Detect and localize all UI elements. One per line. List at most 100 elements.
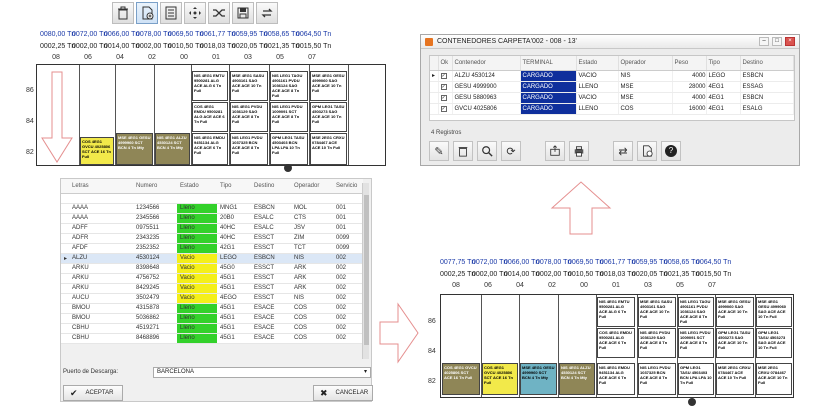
- table-row[interactable]: ✓ GESU 4999900 CARGADO LLENO MSE 28000 4EG1 ESS…: [430, 81, 794, 93]
- scrollbar-thumb[interactable]: [364, 195, 369, 345]
- col-header[interactable]: Servicio: [333, 179, 363, 194]
- table-row[interactable]: BMOU 5036862 Lleno 45G1 ESACE COS 002: [61, 313, 363, 324]
- checkbox[interactable]: ✓: [440, 105, 447, 112]
- container-cell[interactable]: COS 4EG1 GVCU 4025806 SCT ACE 16 Tn Full: [442, 363, 480, 395]
- table-row[interactable]: ✓ GESU 5880963 CARGADO VACIO MSE 4000 4EG1 ESBC…: [430, 92, 794, 104]
- container-cell[interactable]: NIS LEG1 PVDU 1037325 BCN ACE ACE 8 Tn F…: [230, 133, 268, 165]
- container-cell[interactable]: MSE 4EG1 SASU 4903161 SAG ACE ACE 10 Tn …: [638, 297, 676, 327]
- edit-icon[interactable]: ✎: [429, 141, 449, 161]
- search-icon[interactable]: [477, 141, 497, 161]
- ok-checkbox-cell[interactable]: ✓: [438, 81, 453, 93]
- container-cell[interactable]: GPM LEG1 TASU 4503273 SAG ACE ACE 10 Tn …: [756, 328, 792, 358]
- col-header[interactable]: Peso: [672, 56, 707, 71]
- shuffle-icon[interactable]: [208, 2, 230, 24]
- container-cell[interactable]: MSE 4EG1 SASU 4903161 SAG ACE ACE 10 Tn …: [230, 71, 268, 101]
- container-cell[interactable]: MSE 4EG1 GESU 4999960 SCT BCN 4 Tn Mty: [116, 133, 153, 165]
- ok-checkbox-cell[interactable]: ✓: [438, 92, 453, 104]
- checkbox[interactable]: ✓: [440, 94, 447, 101]
- container-cell[interactable]: NIS 4EG1 PVDU 1036129 SAG ACE ACE 8 Tn F…: [638, 328, 676, 358]
- col-header[interactable]: Operador: [291, 179, 333, 194]
- table-row[interactable]: AAAA 2345566 Lleno 20B0 ESALC CTS 001: [61, 213, 363, 224]
- col-header[interactable]: Letras: [69, 179, 133, 194]
- list-icon[interactable]: [160, 2, 182, 24]
- table-row[interactable]: AFDF 2352352 Lleno 42G1 ESSCT TCT 0099: [61, 243, 363, 254]
- container-cell[interactable]: NIS 4EG1 ALZU 4530124 SCT BCN 4 Tn Mty: [559, 363, 595, 395]
- container-cell[interactable]: NIS LEG1 TAGU 4901161 PVDU 1036124 SAG A…: [678, 297, 714, 327]
- ok-checkbox-cell[interactable]: ✓: [438, 103, 453, 115]
- table-row[interactable]: ▸ ✓ ALZU 4530124 CARGADO VACIO NIS 4000 LEGO ESB…: [430, 70, 794, 82]
- col-header[interactable]: Ok: [438, 56, 453, 71]
- swap-icon[interactable]: [256, 2, 278, 24]
- checkbox[interactable]: ✓: [440, 83, 447, 90]
- container-cell[interactable]: MSE 4EG1 GESU 4999060 SAG ACE ACE 10 Tn …: [716, 297, 754, 327]
- swap-icon[interactable]: ⇄: [613, 141, 633, 161]
- new-document-icon[interactable]: [637, 141, 657, 161]
- col-header[interactable]: Tipo: [706, 56, 741, 71]
- col-header[interactable]: Estado: [576, 56, 619, 71]
- vertical-scrollbar[interactable]: [362, 183, 369, 359]
- dialog-titlebar[interactable]: CONTENEDORES CARPETA'002 - 008 - 13' – □…: [421, 35, 799, 49]
- col-header[interactable]: Tipo: [217, 179, 251, 194]
- table-row[interactable]: ▸ ALZU 4530124 Vacio LEGO ESBCN NIS 002: [61, 253, 363, 264]
- container-cell[interactable]: GPM LEG1 TASU 4503273 SAG ACE ACE 10 Tn …: [310, 102, 347, 132]
- table-row[interactable]: ARKU 8398648 Vacio 45G0 ESSCT ARK 002: [61, 263, 363, 274]
- col-header[interactable]: TERMINAL: [520, 56, 577, 71]
- table-row[interactable]: BMOU 4315878 Lleno 45G1 ESACE COS 002: [61, 303, 363, 314]
- container-cell[interactable]: MSE 4EG1 GESU 4999060 SAG ACE ACE 10 Tn …: [756, 297, 792, 327]
- container-cell[interactable]: NIS LEG1 PVDU 1009091 SCT ACE ACE 8 Tn F…: [678, 328, 714, 358]
- col-header[interactable]: Operador: [618, 56, 673, 71]
- container-cell[interactable]: NIS 4EG1 EMDU 9451134 ALG ACE ACE 6 Tn F…: [597, 363, 635, 395]
- container-cell[interactable]: NIS 4EG1 EMDU 9451134 ALG ACE ACE 6 Tn F…: [192, 133, 228, 165]
- table-row[interactable]: ARKU 8429245 Vacio 45G1 ESSCT ARK 002: [61, 283, 363, 294]
- table-row[interactable]: ARKU 4756752 Vacio 45G1 ESSCT ARK 002: [61, 273, 363, 284]
- table-row[interactable]: ADFR 2343235 Lleno 40HC ESSCT ZIM 0099: [61, 233, 363, 244]
- container-cell[interactable]: NIS 4EG1 EMTU 9500281 ALG ACE ALG 6 Tn F…: [192, 71, 228, 101]
- container-cell[interactable]: NIS LEG1 TAGU 4901161 PVDU 1036124 SAG A…: [270, 71, 308, 101]
- container-cell[interactable]: NIS LEG1 PVDU 1009091 SCT ACE ACE 8 Tn F…: [270, 102, 308, 132]
- col-header[interactable]: Destino: [740, 56, 794, 71]
- new-document-icon[interactable]: [136, 2, 158, 24]
- puerto-select[interactable]: BARCELONA ▾: [153, 367, 371, 378]
- container-cell[interactable]: NIS 4EG1 ALZU 4530124 SCT BCN 4 Tn Mty: [155, 133, 190, 165]
- maximize-button[interactable]: □: [772, 37, 782, 46]
- container-cell[interactable]: COS 4EG1 EMDU 9500281 ALG ACE ACE 6 Tn F…: [597, 328, 635, 358]
- table-row[interactable]: ✓ GVCU 4025806 CARGADO LLENO COS 16000 4EG1 ESA…: [430, 103, 794, 115]
- help-icon[interactable]: ?: [661, 141, 681, 161]
- filter-row[interactable]: [61, 193, 363, 204]
- container-cell[interactable]: NIS 4EG1 PVDU 1036129 SAG ACE ACE 8 Tn F…: [230, 102, 268, 132]
- table-row[interactable]: CBHU 4519271 Lleno 45G1 ESACE COS 002: [61, 323, 363, 334]
- container-cell[interactable]: GPM LEG1 TASU 4503403 BCN LPA LPA 10 Tn …: [678, 363, 714, 395]
- container-cell[interactable]: NIS 4EG1 EMTU 9500281 ALG ACE ALG 6 Tn F…: [597, 297, 635, 327]
- container-cell[interactable]: GPM LEG1 TASU 4503403 BCN LPA LPA 10 Tn …: [270, 133, 308, 165]
- export-icon[interactable]: [545, 141, 565, 161]
- col-header[interactable]: Estado: [177, 179, 217, 194]
- container-cell[interactable]: COS 4EG1 GVCU 4025806 SCT ACE 16 Tn Full: [482, 363, 518, 395]
- container-cell[interactable]: MSE 2EG1 CRXU 0784467 ACE ACE 10 Tn Full: [756, 363, 792, 395]
- print-icon[interactable]: [569, 141, 589, 161]
- container-cell[interactable]: MSE 2EG1 CRXU 0784467 ACE ACE 10 Tn Full: [310, 133, 347, 165]
- refresh-icon[interactable]: ⟳: [501, 141, 521, 161]
- table-row[interactable]: AUCU 3502479 Vacio 4EGO ESSCT NIS 002: [61, 293, 363, 304]
- accept-button[interactable]: ✔ ACEPTAR: [63, 385, 123, 401]
- col-header[interactable]: Numero: [133, 179, 177, 194]
- container-cell[interactable]: COS 4EG1 EMDU 9500281 ALG ACE ACE 6 Tn F…: [192, 102, 228, 132]
- close-button[interactable]: ×: [785, 37, 795, 46]
- col-header[interactable]: Destino: [251, 179, 291, 194]
- trash-icon[interactable]: [112, 2, 134, 24]
- ok-checkbox-cell[interactable]: ✓: [438, 70, 453, 82]
- container-cell[interactable]: GPM LEG1 TASU 4503273 SAG ACE ACE 10 Tn …: [716, 328, 754, 358]
- table-row[interactable]: CBHU 8468896 Lleno 45G1 ESACE COS 002: [61, 333, 363, 344]
- container-cell[interactable]: MSE 4EG1 GESU 4999960 SCT BCN 4 Tn Mty: [520, 363, 557, 395]
- container-cell[interactable]: NIS LEG1 PVDU 1037325 BCN ACE ACE 8 Tn F…: [638, 363, 676, 395]
- col-header[interactable]: Contenedor: [452, 56, 521, 71]
- cancel-button[interactable]: ✖ CANCELAR: [313, 385, 373, 401]
- move-arrows-icon[interactable]: [184, 2, 206, 24]
- container-cell[interactable]: MSE 4EG1 GESU 4999060 SAG ACE ACE 10 Tn …: [310, 71, 347, 101]
- container-cell[interactable]: MSE 2EG1 CRXU 0784467 ACE ACE 10 Tn Full: [716, 363, 754, 395]
- checkbox[interactable]: ✓: [440, 72, 447, 79]
- trash-icon[interactable]: [453, 141, 473, 161]
- table-row[interactable]: ADFF 0975511 Lleno 40HC ESALC JSV 001: [61, 223, 363, 234]
- table-row[interactable]: AAAA 1234566 Lleno MNG1 ESBCN MOL 001: [61, 203, 363, 214]
- minimize-button[interactable]: –: [759, 37, 769, 46]
- container-cell[interactable]: COS 4EG1 GVCU 4025806 SCT ACE 16 Tn Full: [80, 137, 114, 165]
